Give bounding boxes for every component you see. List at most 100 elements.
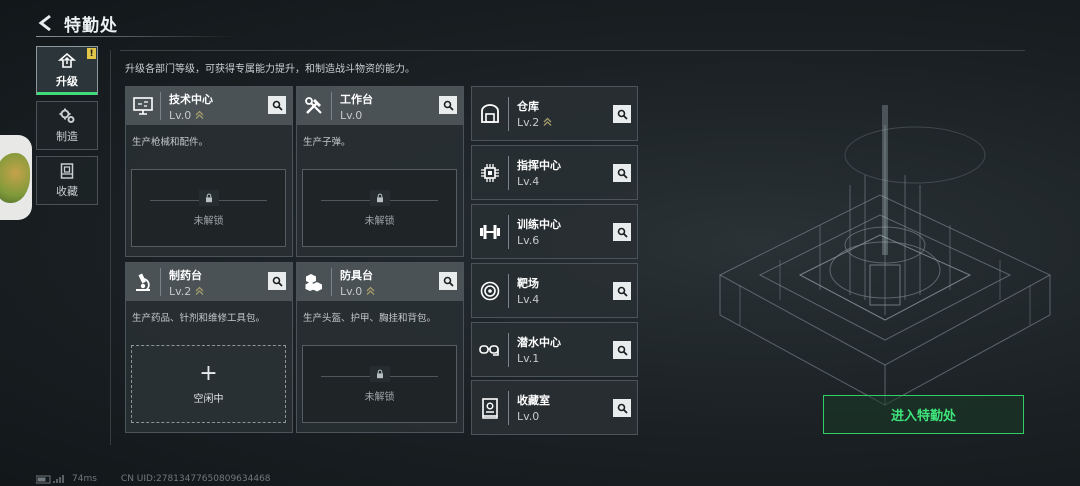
enter-special-ops-button[interactable]: 进入特勤处 (823, 395, 1024, 434)
dept-level: Lv.0 (340, 108, 363, 122)
row-separator (508, 96, 509, 131)
microscope-icon (126, 263, 160, 301)
dept-name: 制药台 (169, 268, 202, 282)
dept-level: Lv.0 (517, 410, 540, 423)
lock-icon (369, 365, 390, 382)
battery-signal-icon (36, 475, 64, 484)
dept-level: Lv.2 (169, 284, 192, 298)
tools-icon (297, 87, 331, 125)
row-collection-room[interactable]: 收藏室 Lv.0 (471, 380, 638, 435)
slot-status: 未解锁 (193, 215, 224, 227)
row-training-center[interactable]: 训练中心 Lv.6 (471, 204, 638, 259)
magnifier-icon (617, 345, 628, 356)
alert-badge: ! (87, 48, 96, 59)
tab-label: 升级 (56, 75, 78, 88)
monitor-icon (126, 87, 160, 125)
header-underline (36, 36, 236, 37)
slot-status: 空闲中 (193, 393, 224, 405)
inspect-button[interactable] (268, 272, 286, 290)
dept-level: Lv.4 (517, 175, 540, 188)
lock-icon (198, 189, 219, 206)
inspect-button[interactable] (613, 399, 631, 417)
card-tech-center[interactable]: 技术中心 Lv.0 生产枪械和配件。 未解锁 (125, 86, 293, 257)
dept-description: 生产子弹。 (303, 137, 351, 148)
header-separator (331, 268, 332, 296)
inspect-button[interactable] (439, 96, 457, 114)
upgrade-chevron-icon (195, 286, 204, 295)
page-description: 升级各部门等级，可获得专属能力提升，和制造战斗物资的能力。 (125, 64, 415, 75)
tab-collection[interactable]: 收藏 (36, 156, 98, 205)
craft-slot-idle[interactable]: + 空闲中 (131, 345, 286, 423)
craft-slot-locked: 未解锁 (302, 169, 457, 247)
header-separator (160, 268, 161, 296)
dept-description: 生产枪械和配件。 (132, 137, 209, 148)
magnifier-icon (617, 403, 628, 414)
tab-upgrade[interactable]: ! 升级 (36, 46, 98, 95)
craft-slot-locked: 未解锁 (302, 345, 457, 423)
inspect-button[interactable] (613, 341, 631, 359)
dept-name: 指挥中心 (517, 159, 561, 172)
dept-level: Lv.6 (517, 234, 540, 247)
tab-label: 收藏 (56, 185, 78, 198)
dept-name: 技术中心 (169, 92, 213, 106)
dept-name: 收藏室 (517, 394, 550, 407)
upgrade-chevron-icon (366, 286, 375, 295)
dept-description: 生产头盔、护甲、胸挂和背包。 (303, 313, 437, 324)
inspect-button[interactable] (439, 272, 457, 290)
dept-name: 靶场 (517, 277, 539, 290)
row-shooting-range[interactable]: 靶场 Lv.4 (471, 263, 638, 318)
inspect-button[interactable] (613, 105, 631, 123)
header-separator (160, 92, 161, 120)
card-header: 防具台 Lv.0 (297, 263, 463, 301)
row-separator (508, 390, 509, 425)
craft-slot-locked: 未解锁 (131, 169, 286, 247)
row-diving-center[interactable]: 潜水中心 Lv.1 (471, 322, 638, 377)
magnifier-icon (443, 100, 454, 111)
row-warehouse[interactable]: 仓库 Lv.2 (471, 86, 638, 141)
inspect-button[interactable] (613, 223, 631, 241)
card-pharmacy[interactable]: 制药台 Lv.2 生产药品、针剂和维修工具包。 + 空闲中 (125, 262, 293, 433)
page-header: 特勤处 (36, 10, 118, 36)
app-shortcut-edge (0, 135, 32, 220)
sidebar-divider (110, 50, 111, 445)
card-armor-bench[interactable]: 防具台 Lv.0 生产头盔、护甲、胸挂和背包。 未解锁 (296, 262, 464, 433)
dept-name: 工作台 (340, 92, 373, 106)
dept-level: Lv.0 (340, 284, 363, 298)
slot-status: 未解锁 (364, 391, 395, 403)
inspect-button[interactable] (268, 96, 286, 114)
back-arrow-icon[interactable] (36, 13, 56, 33)
card-header: 技术中心 Lv.0 (126, 87, 292, 125)
target-icon (472, 263, 508, 318)
chip-icon (472, 145, 508, 200)
dept-level: Lv.0 (169, 108, 192, 122)
tab-craft[interactable]: 制造 (36, 101, 98, 150)
lock-icon (369, 189, 390, 206)
card-header: 工作台 Lv.0 (297, 87, 463, 125)
row-command-center[interactable]: 指挥中心 Lv.4 (471, 145, 638, 200)
dept-level: Lv.1 (517, 352, 540, 365)
card-header: 制药台 Lv.2 (126, 263, 292, 301)
tab-label: 制造 (56, 130, 78, 143)
trophy-case-icon (472, 380, 508, 435)
arrow-up-house-icon (58, 52, 76, 68)
header-separator (331, 92, 332, 120)
row-separator (508, 155, 509, 190)
inspect-button[interactable] (613, 282, 631, 300)
row-separator (508, 214, 509, 249)
dept-name: 防具台 (340, 268, 373, 282)
dept-level: Lv.4 (517, 293, 540, 306)
diving-mask-icon (472, 322, 508, 377)
top-divider (120, 50, 1025, 51)
warehouse-icon (472, 86, 508, 141)
magnifier-icon (272, 100, 283, 111)
dept-name: 潜水中心 (517, 336, 561, 349)
dept-name: 仓库 (517, 100, 539, 113)
dept-level: Lv.2 (517, 116, 540, 129)
gears-icon (59, 108, 75, 123)
leaf-logo (0, 153, 30, 203)
upgrade-chevron-icon (195, 110, 204, 119)
add-icon: + (199, 360, 218, 386)
inspect-button[interactable] (613, 164, 631, 182)
card-workbench[interactable]: 工作台 Lv.0 生产子弹。 未解锁 (296, 86, 464, 257)
status-bar: 74ms CN UID:2781347765080963446​8 (36, 474, 271, 484)
